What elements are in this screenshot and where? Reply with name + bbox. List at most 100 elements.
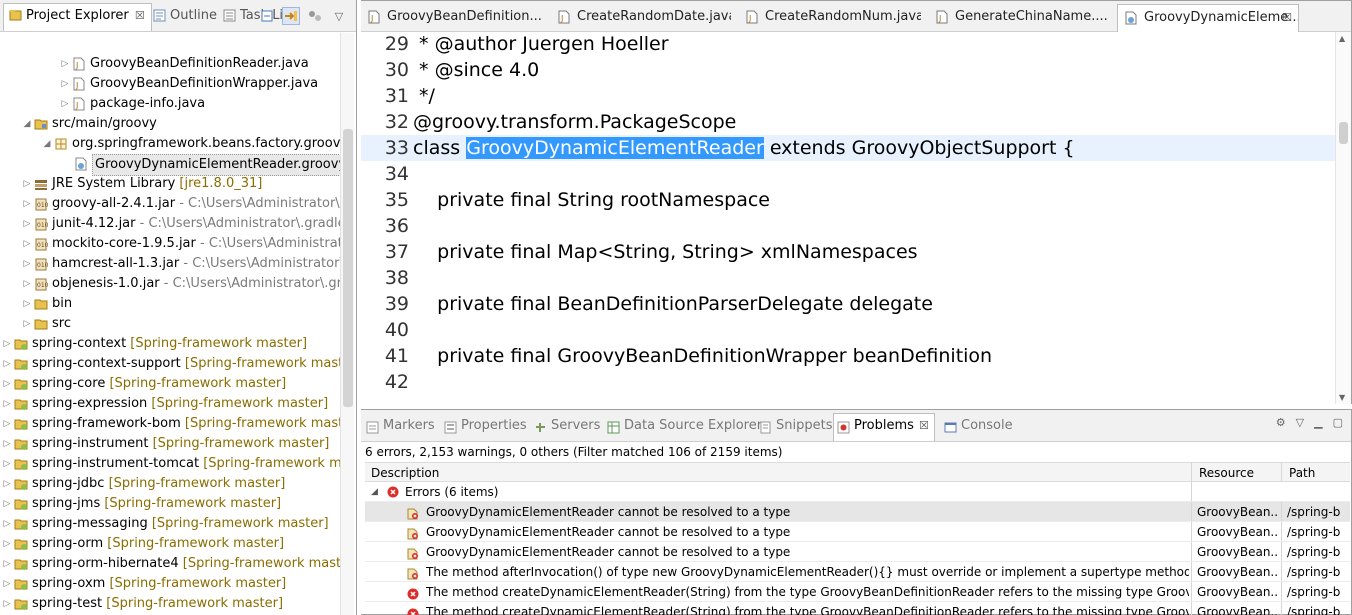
- tab-project-explorer[interactable]: Project Explorer ☒: [3, 3, 152, 31]
- problem-row[interactable]: GroovyDynamicElementReader cannot be res…: [365, 522, 1350, 542]
- scroll-down-icon[interactable]: ▼: [1339, 393, 1345, 402]
- tree-item[interactable]: ▷ spring-instrument [Spring-framework mas…: [0, 434, 340, 454]
- editor-tab-active[interactable]: GroovyDynamicEleme... ☒: [1117, 4, 1299, 33]
- scrollbar-thumb[interactable]: [343, 129, 353, 407]
- twisty-closed-icon[interactable]: ▷: [2, 534, 12, 554]
- twisty-closed-icon[interactable]: ▷: [2, 474, 12, 494]
- code-line[interactable]: 33 class GroovyDynamicElementReader exten…: [361, 135, 1336, 161]
- selected-text[interactable]: GroovyDynamicElementReader: [466, 137, 764, 159]
- editor-tab-2[interactable]: J CreateRandomDate.java: [551, 4, 731, 30]
- twisty-closed-icon[interactable]: ▷: [2, 594, 12, 614]
- code-line[interactable]: 29 * @author Juergen Hoeller: [361, 32, 1336, 57]
- tree-item[interactable]: ◢ src/main/groovy: [0, 114, 340, 134]
- code-line[interactable]: 42: [361, 369, 1336, 395]
- twisty-closed-icon[interactable]: ▷: [22, 174, 32, 194]
- code-editor[interactable]: 29 * @author Juergen Hoeller 30 * @since …: [361, 32, 1336, 404]
- twisty-closed-icon[interactable]: ▷: [2, 354, 12, 374]
- close-icon[interactable]: ☒: [1282, 5, 1292, 31]
- twisty-closed-icon[interactable]: ▷: [60, 54, 70, 74]
- tree-item[interactable]: ▷ spring-core [Spring-framework master]: [0, 374, 340, 394]
- tree-item[interactable]: ▷ JRE System Library [jre1.8.0_31]: [0, 174, 340, 194]
- twisty-closed-icon[interactable]: ▷: [2, 554, 12, 574]
- tree-scrollbar[interactable]: [340, 33, 354, 615]
- tree-item[interactable]: ▷ spring-jdbc [Spring-framework master]: [0, 474, 340, 494]
- twisty-closed-icon[interactable]: ▷: [22, 194, 32, 214]
- tree-item[interactable]: ▷ 010 junit-4.12.jar - C:\Users\Administra…: [0, 214, 340, 234]
- code-line[interactable]: 32 @groovy.transform.PackageScope: [361, 109, 1336, 135]
- column-path[interactable]: Path: [1283, 463, 1352, 483]
- tree-item[interactable]: ▷ spring-orm [Spring-framework master]: [0, 534, 340, 554]
- twisty-closed-icon[interactable]: ▷: [2, 434, 12, 454]
- tree-item[interactable]: ▷ 010 hamcrest-all-1.3.jar - C:\Users\Admi…: [0, 254, 340, 274]
- tree-item[interactable]: ▷ spring-context-support [Spring-framewor…: [0, 354, 340, 374]
- maximize-icon[interactable]: ▢: [1333, 416, 1343, 429]
- twisty-closed-icon[interactable]: ▷: [60, 94, 70, 114]
- code-line[interactable]: 31 */: [361, 83, 1336, 109]
- tree-item[interactable]: ◢ org.springframework.beans.factory.groov…: [0, 134, 340, 154]
- code-line[interactable]: 37 private final Map<String, String> xml…: [361, 239, 1336, 265]
- problem-row[interactable]: The method createDynamicElementReader(St…: [365, 602, 1350, 615]
- tree-item[interactable]: ▷ spring-orm-hibernate4 [Spring-framework…: [0, 554, 340, 574]
- tab-outline[interactable]: Outline: [148, 4, 217, 28]
- twisty-closed-icon[interactable]: ▷: [2, 574, 12, 594]
- tree-item[interactable]: ▷ spring-jms [Spring-framework master]: [0, 494, 340, 514]
- scroll-up-icon[interactable]: ▲: [1339, 34, 1345, 43]
- tree-item[interactable]: ▷ spring-framework-bom [Spring-framework …: [0, 414, 340, 434]
- tab-snippets[interactable]: Snippets: [756, 414, 832, 438]
- twisty-closed-icon[interactable]: ▷: [22, 214, 32, 234]
- editor-tab-1[interactable]: J GroovyBeanDefinition...: [361, 4, 549, 30]
- problem-row[interactable]: The method createDynamicElementReader(St…: [365, 582, 1350, 602]
- tree-item[interactable]: ▷ Jpackage-info.java: [0, 94, 340, 114]
- error-group-row[interactable]: ◢ Errors (6 items): [365, 482, 1350, 502]
- code-line[interactable]: 34: [361, 161, 1336, 187]
- code-line[interactable]: 38: [361, 265, 1336, 291]
- tree-item[interactable]: ▷ 010 objenesis-1.0.jar - C:\Users\Adminis…: [0, 274, 340, 294]
- tree-item[interactable]: ▷ spring-test [Spring-framework master]: [0, 594, 340, 614]
- code-line[interactable]: 30 * @since 4.0: [361, 57, 1336, 83]
- twisty-closed-icon[interactable]: ▷: [2, 494, 12, 514]
- close-icon[interactable]: ☒: [919, 414, 929, 438]
- twisty-closed-icon[interactable]: ▷: [2, 394, 12, 414]
- tab-markers[interactable]: Markers: [363, 414, 435, 438]
- code-line[interactable]: 39 private final BeanDefinitionParserDel…: [361, 291, 1336, 317]
- tree-item[interactable]: ▷ spring-oxm [Spring-framework master]: [0, 574, 340, 594]
- twisty-closed-icon[interactable]: ▷: [2, 514, 12, 534]
- tab-properties[interactable]: Properties: [441, 414, 527, 438]
- column-divider[interactable]: [1281, 463, 1282, 481]
- tab-problems[interactable]: Problems ☒: [833, 413, 935, 441]
- tree-item[interactable]: ▷ bin: [0, 294, 340, 314]
- tree-item[interactable]: ▷ spring-expression [Spring-framework mas…: [0, 394, 340, 414]
- code-line[interactable]: 40: [361, 317, 1336, 343]
- twisty-closed-icon[interactable]: ▷: [22, 294, 32, 314]
- column-divider[interactable]: [1191, 463, 1192, 481]
- twisty-open-icon[interactable]: ◢: [371, 482, 378, 502]
- twisty-closed-icon[interactable]: ▷: [22, 314, 32, 334]
- editor-scrollbar[interactable]: ▲ ▼: [1335, 32, 1351, 404]
- twisty-closed-icon[interactable]: ▷: [22, 254, 32, 274]
- twisty-closed-icon[interactable]: ▷: [22, 234, 32, 254]
- tree-item[interactable]: ▷ J GroovyBeanDefinitionWrapper.java: [0, 74, 340, 94]
- code-line[interactable]: 41 private final GroovyBeanDefinitionWra…: [361, 343, 1336, 369]
- tree-item[interactable]: ▷ spring-instrument-tomcat [Spring-framew…: [0, 454, 340, 474]
- tab-servers[interactable]: Servers: [531, 414, 600, 438]
- close-icon[interactable]: ☒: [135, 4, 145, 28]
- twisty-closed-icon[interactable]: ▷: [2, 334, 12, 354]
- editor-tab-3[interactable]: J CreateRandomNum.java: [739, 4, 921, 30]
- scrollbar-thumb[interactable]: [1339, 122, 1348, 144]
- twisty-closed-icon[interactable]: ▷: [60, 74, 70, 94]
- twisty-closed-icon[interactable]: ▷: [2, 374, 12, 394]
- editor-tab-4[interactable]: J GenerateChinaName....: [929, 4, 1111, 30]
- problem-row[interactable]: The method afterInvocation() of type new…: [365, 562, 1350, 582]
- view-menu-icon[interactable]: ▽: [330, 7, 348, 25]
- view-menu-icon[interactable]: ▽: [1296, 416, 1304, 429]
- tree-item[interactable]: ▷ src: [0, 314, 340, 334]
- problem-row[interactable]: GroovyDynamicElementReader cannot be res…: [365, 502, 1350, 522]
- link-with-editor-icon[interactable]: [282, 7, 300, 25]
- twisty-open-icon[interactable]: ◢: [22, 114, 32, 134]
- tree-item[interactable]: GroovyDynamicElementReader.groovy: [0, 154, 340, 176]
- twisty-open-icon[interactable]: ◢: [42, 134, 52, 154]
- tree-item[interactable]: ▷ 010 groovy-all-2.4.1.jar - C:\Users\Admi…: [0, 194, 340, 214]
- column-description[interactable]: Description: [365, 463, 1191, 483]
- tree-item[interactable]: ▷ J GroovyBeanDefinitionReader.java: [0, 54, 340, 74]
- twisty-closed-icon[interactable]: ▷: [22, 274, 32, 294]
